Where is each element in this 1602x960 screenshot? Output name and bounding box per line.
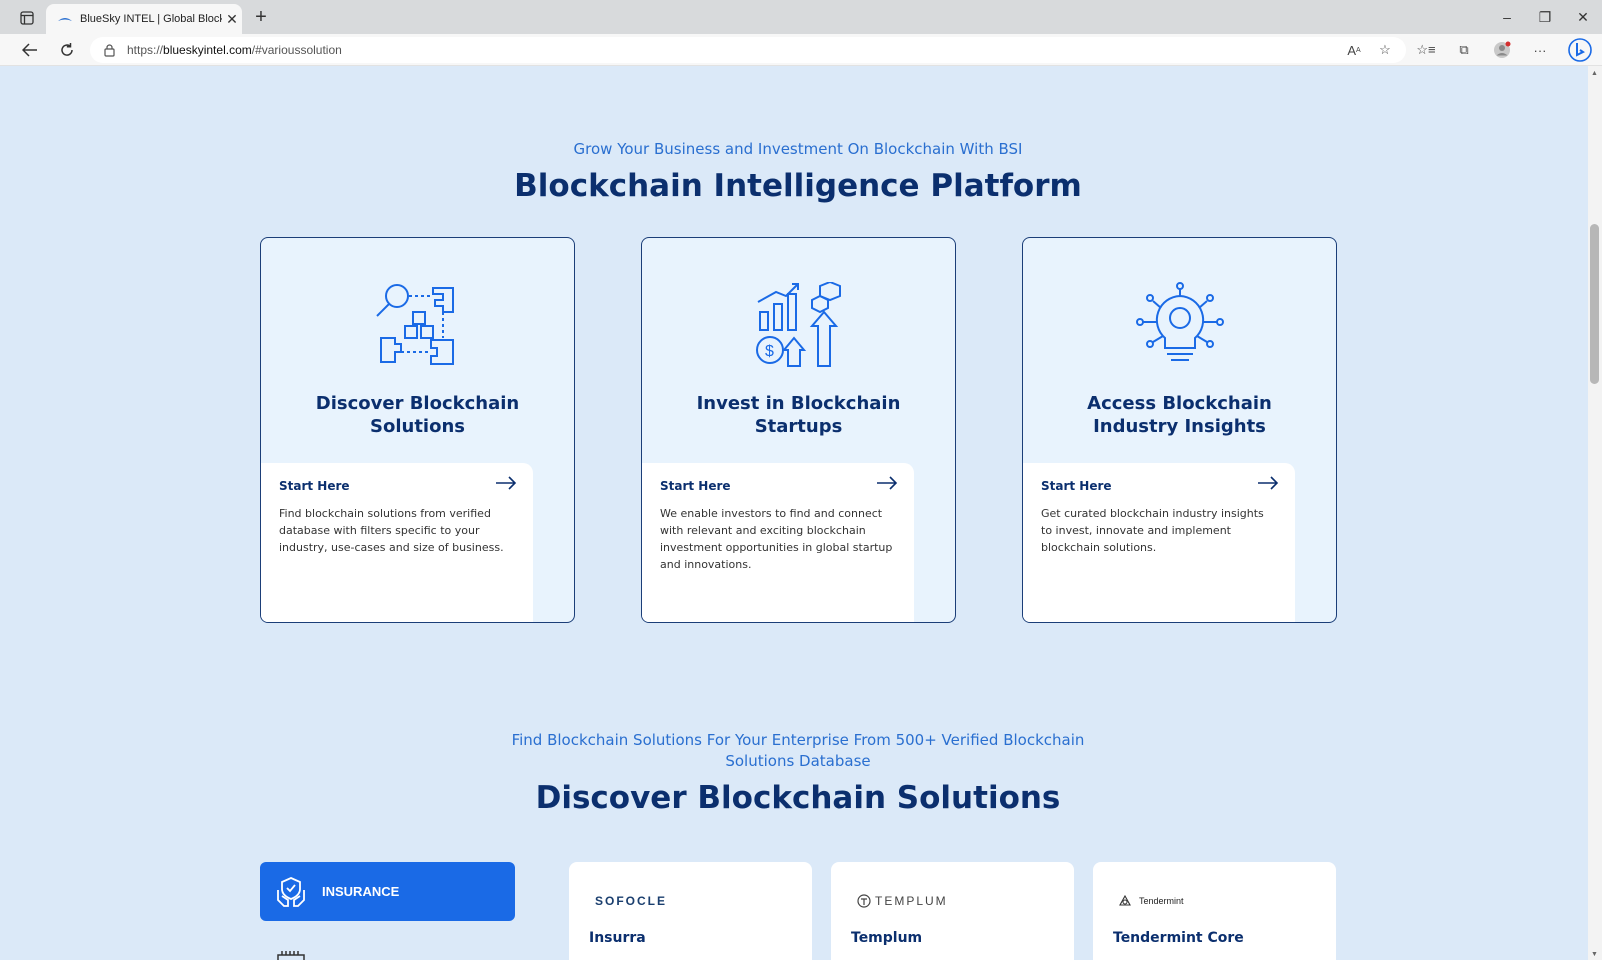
section2-subtitle-line2: Solutions Database xyxy=(725,752,871,770)
url-prefix: https:// xyxy=(127,43,164,57)
card-panel: Start Here Get curated blockchain indust… xyxy=(1023,463,1295,622)
card-discover-solutions[interactable]: Discover Blockchain Solutions Start Here… xyxy=(260,237,575,623)
minimize-icon[interactable]: – xyxy=(1492,6,1522,28)
start-here-link[interactable]: Start Here xyxy=(660,479,896,493)
solution-name: Templum xyxy=(851,930,923,946)
lightbulb-network-icon xyxy=(1135,282,1224,361)
url-host: blueskyintel.com xyxy=(163,43,252,57)
sofocle-logo: SOFOCLE xyxy=(595,894,668,908)
browser-tab[interactable]: BlueSky INTEL | Global Blockchai ✕ xyxy=(46,4,242,34)
tab-actions-icon[interactable] xyxy=(14,7,40,29)
arrow-right-icon[interactable] xyxy=(1257,476,1279,490)
back-icon[interactable] xyxy=(18,39,42,61)
solution-card-tendermint[interactable]: Tendermint Tendermint Core xyxy=(1093,862,1336,960)
category-insurance-button[interactable]: INSURANCE xyxy=(260,862,515,921)
scroll-up-icon[interactable]: ▲ xyxy=(1590,70,1599,77)
section2-heading: Discover Blockchain Solutions xyxy=(535,780,1061,816)
restore-icon[interactable]: ❐ xyxy=(1530,6,1560,28)
puzzle-search-icon xyxy=(375,284,454,365)
more-options-icon[interactable]: ··· xyxy=(1528,39,1552,61)
close-tab-icon[interactable]: ✕ xyxy=(222,11,242,28)
card-industry-insights[interactable]: Access Blockchain Industry Insights Star… xyxy=(1022,237,1337,623)
bing-copilot-icon[interactable] xyxy=(1568,38,1592,62)
solution-card-insurra[interactable]: SOFOCLE Insurra xyxy=(569,862,812,960)
card-description: We enable investors to find and connect … xyxy=(660,507,893,571)
tendermint-logo: Tendermint xyxy=(1119,892,1184,910)
card-invest-startups[interactable]: $ Invest in Blockchain Startups Start He… xyxy=(641,237,956,623)
section1-heading: Blockchain Intelligence Platform xyxy=(514,168,1082,204)
new-tab-icon[interactable]: + xyxy=(250,6,272,28)
insurance-shield-hands-icon xyxy=(277,876,305,907)
section2-subtitle: Find Blockchain Solutions For Your Enter… xyxy=(0,730,1596,772)
scroll-down-icon[interactable]: ▼ xyxy=(1590,951,1599,958)
solution-name: Tendermint Core xyxy=(1113,930,1244,946)
start-here-link[interactable]: Start Here xyxy=(279,479,515,493)
section2-subtitle-line1: Find Blockchain Solutions For Your Enter… xyxy=(511,731,1085,749)
address-bar: https:// blueskyintel.com /#varioussolut… xyxy=(0,34,1602,66)
url-path: /#varioussolution xyxy=(251,43,342,57)
tab-bar: BlueSky INTEL | Global Blockchai ✕ + – ❐… xyxy=(0,0,1602,34)
collections-icon[interactable]: ⧉ xyxy=(1452,39,1476,61)
arrow-right-icon[interactable] xyxy=(495,476,517,490)
scrollbar[interactable]: ▲ ▼ xyxy=(1588,66,1602,960)
start-here-link[interactable]: Start Here xyxy=(1041,479,1277,493)
card-description: Find blockchain solutions from verified … xyxy=(279,507,504,554)
refresh-icon[interactable] xyxy=(55,39,79,61)
card-title: Discover Blockchain Solutions xyxy=(315,393,520,437)
scrollbar-thumb[interactable] xyxy=(1590,224,1599,384)
tab-title: BlueSky INTEL | Global Blockchai xyxy=(80,13,222,25)
url-field[interactable]: https:// blueskyintel.com /#varioussolut… xyxy=(90,37,1406,63)
browser-window: BlueSky INTEL | Global Blockchai ✕ + – ❐… xyxy=(0,0,1602,960)
card-title: Access Blockchain Industry Insights xyxy=(1087,393,1272,437)
close-window-icon[interactable]: ✕ xyxy=(1568,6,1598,28)
templum-logo-text: TEMPLUM xyxy=(875,894,948,908)
profile-avatar-icon[interactable] xyxy=(1490,39,1514,61)
card-title: Invest in Blockchain Startups xyxy=(696,393,901,437)
arrow-right-icon[interactable] xyxy=(876,476,898,490)
read-aloud-icon[interactable]: AA xyxy=(1342,39,1366,61)
favorite-star-icon[interactable]: ☆ xyxy=(1373,39,1397,61)
bluesky-favicon-icon xyxy=(58,18,72,21)
tendermint-logo-icon xyxy=(1119,895,1131,906)
templum-logo-icon xyxy=(857,894,871,908)
svg-text:$: $ xyxy=(765,343,774,360)
building-category-icon[interactable] xyxy=(276,950,306,960)
growth-chart-icon: $ xyxy=(755,282,841,367)
card-description: Get curated blockchain industry insights… xyxy=(1041,507,1264,554)
category-label: INSURANCE xyxy=(322,884,400,899)
tendermint-logo-text: Tendermint xyxy=(1139,896,1184,906)
templum-logo: TEMPLUM xyxy=(857,892,948,910)
page-viewport: Grow Your Business and Investment On Blo… xyxy=(0,66,1602,960)
card-panel: Start Here Find blockchain solutions fro… xyxy=(261,463,533,622)
lock-icon xyxy=(104,43,115,57)
favorites-list-icon[interactable]: ☆≡ xyxy=(1414,39,1438,61)
card-panel: Start Here We enable investors to find a… xyxy=(642,463,914,622)
section1-subtitle: Grow Your Business and Investment On Blo… xyxy=(573,140,1023,158)
solution-card-templum[interactable]: TEMPLUM Templum xyxy=(831,862,1074,960)
solution-name: Insurra xyxy=(589,930,646,946)
